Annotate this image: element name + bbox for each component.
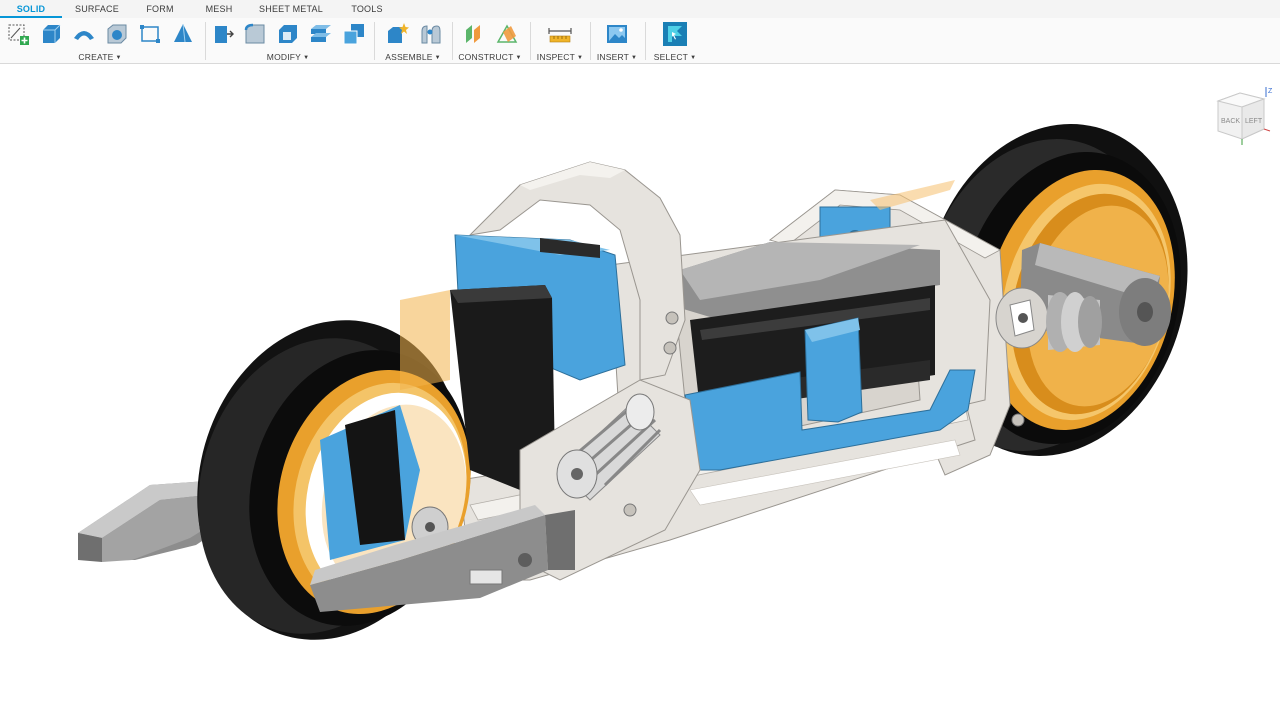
insert-group: INSERT ▼ <box>593 18 641 64</box>
bike-model[interactable] <box>0 65 1280 720</box>
view-cube-back-face: BACK <box>1221 118 1240 125</box>
tab-surface[interactable]: SURFACE <box>62 0 132 18</box>
view-cube-left-face: LEFT <box>1245 118 1263 125</box>
assemble-group: ASSEMBLE ▼ <box>377 18 449 64</box>
joint-icon[interactable] <box>416 21 444 47</box>
construct-dropdown[interactable]: CONSTRUCT ▼ <box>455 52 525 62</box>
assemble-dropdown[interactable]: ASSEMBLE ▼ <box>377 52 449 62</box>
fusion-window: SOLID SURFACE FORM MESH SHEET METAL TOOL… <box>0 0 1280 720</box>
fillet-icon[interactable] <box>241 21 269 47</box>
insert-image-icon[interactable] <box>603 21 631 47</box>
z-axis-label: Z <box>1268 88 1273 95</box>
separator <box>205 22 206 60</box>
toolbar-ribbon: CREATE ▼ MODIFY ▼ ASSEMBLE ▼ CONSTRUCT ▼… <box>0 18 1280 64</box>
create-dropdown[interactable]: CREATE ▼ <box>2 52 198 62</box>
revolve-icon[interactable] <box>70 21 98 47</box>
tab-form[interactable]: FORM <box>132 0 188 18</box>
tab-solid[interactable]: SOLID <box>0 0 62 18</box>
separator <box>645 22 646 60</box>
view-cube[interactable]: BACK LEFT Z <box>1210 85 1276 151</box>
separator <box>452 22 453 60</box>
split-body-icon[interactable] <box>307 21 335 47</box>
modify-group: MODIFY ▼ <box>208 18 368 64</box>
inspect-group: INSPECT ▼ <box>533 18 587 64</box>
modify-dropdown[interactable]: MODIFY ▼ <box>208 52 368 62</box>
pyramid-icon[interactable] <box>169 21 197 47</box>
separator <box>590 22 591 60</box>
plane-at-angle-icon[interactable] <box>493 21 521 47</box>
insert-dropdown[interactable]: INSERT ▼ <box>593 52 641 62</box>
select-group: SELECT ▼ <box>648 18 702 64</box>
inspect-dropdown[interactable]: INSPECT ▼ <box>533 52 587 62</box>
workspace-tab-bar: SOLID SURFACE FORM MESH SHEET METAL TOOL… <box>0 0 1280 18</box>
tab-tools[interactable]: TOOLS <box>332 0 402 18</box>
create-group: CREATE ▼ <box>2 18 198 64</box>
measure-icon[interactable] <box>546 21 574 47</box>
new-component-icon[interactable] <box>383 21 411 47</box>
separator <box>374 22 375 60</box>
tab-sheet-metal[interactable]: SHEET METAL <box>250 0 332 18</box>
sketch-rectangle-icon[interactable] <box>136 21 164 47</box>
combine-icon[interactable] <box>340 21 368 47</box>
offset-plane-icon[interactable] <box>460 21 488 47</box>
separator <box>530 22 531 60</box>
construct-group: CONSTRUCT ▼ <box>455 18 525 64</box>
canvas-viewport[interactable]: BACK LEFT Z <box>0 65 1280 720</box>
extrude-icon[interactable] <box>37 21 65 47</box>
select-icon[interactable] <box>661 21 689 47</box>
new-sketch-icon[interactable] <box>4 21 32 47</box>
select-dropdown[interactable]: SELECT ▼ <box>648 52 702 62</box>
tab-mesh[interactable]: MESH <box>188 0 250 18</box>
shell-icon[interactable] <box>274 21 302 47</box>
front-wheel <box>197 320 471 640</box>
rear-hub <box>995 287 1102 352</box>
press-pull-icon[interactable] <box>208 21 236 47</box>
hole-icon[interactable] <box>103 21 131 47</box>
